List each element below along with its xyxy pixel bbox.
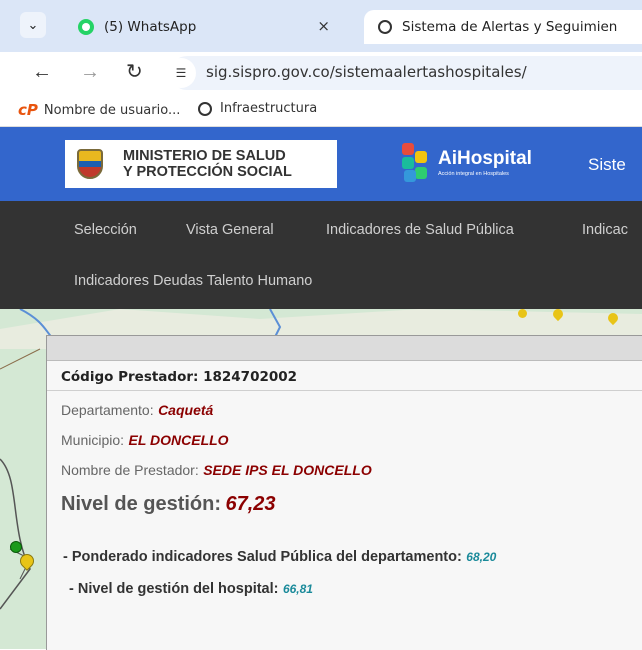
map-pin-icon[interactable] <box>518 309 527 318</box>
nivel-gestion-row: Nivel de gestión: 67,23 <box>61 493 276 516</box>
ministry-logo[interactable]: MINISTERIO DE SALUD Y PROTECCIÓN SOCIAL <box>65 140 337 188</box>
nivel-gestion-value: 67,23 <box>225 493 276 515</box>
tab-title: Sistema de Alertas y Seguimien <box>402 19 618 35</box>
whatsapp-icon <box>78 19 94 35</box>
popup-header-bar <box>47 336 642 361</box>
prestador-label: Nombre de Prestador: <box>61 462 199 478</box>
nav-seleccion[interactable]: Selección <box>74 222 137 238</box>
system-title: Siste <box>588 155 626 174</box>
divider <box>47 390 642 391</box>
address-bar[interactable]: ☰ sig.sispro.gov.co/sistemaalertashospit… <box>166 56 642 90</box>
ponderado-label: - Ponderado indicadores Salud Pública de… <box>63 549 462 565</box>
globe-icon <box>378 20 392 34</box>
bookmark-label: Nombre de usuario... <box>43 102 181 118</box>
forward-arrow-icon[interactable]: → <box>80 61 100 83</box>
tab-sistema-alertas[interactable]: Sistema de Alertas y Seguimien <box>364 10 642 44</box>
hospital-nivel-value: 66,81 <box>282 582 313 596</box>
map-pin-icon[interactable] <box>10 541 22 553</box>
aihospital-logo[interactable]: AiHospital Acción integral en Hospitales <box>402 143 532 183</box>
site-settings-icon[interactable]: ☰ <box>166 58 196 88</box>
tab-title: (5) WhatsApp <box>104 19 197 35</box>
municipio-value: EL DONCELLO <box>128 432 229 448</box>
bookmark-nombre-usuario[interactable]: cP Nombre de usuario... <box>18 101 180 119</box>
prestador-value: SEDE IPS EL DONCELLO <box>203 462 372 478</box>
departamento-label: Departamento: <box>61 402 154 418</box>
nav-indicadores-cut[interactable]: Indicac <box>582 222 628 238</box>
departamento-value: Caquetá <box>158 402 214 418</box>
main-navigation: Selección Vista General Indicadores de S… <box>0 201 642 309</box>
ministry-name-line1: MINISTERIO DE SALUD <box>123 148 286 164</box>
browser-tab-strip: ⌄ (5) WhatsApp × Sistema de Alertas y Se… <box>0 0 642 52</box>
ponderado-row: - Ponderado indicadores Salud Pública de… <box>63 548 496 566</box>
nav-indicadores-salud-publica[interactable]: Indicadores de Salud Pública <box>326 222 514 238</box>
address-bar-row: ← → ↻ ☰ sig.sispro.gov.co/sistemaalertas… <box>0 52 642 94</box>
nivel-gestion-label: Nivel de gestión: <box>61 493 222 515</box>
app-tagline: Acción integral en Hospitales <box>438 171 509 177</box>
provider-info-popup: Código Prestador: 1824702002 Departament… <box>46 335 642 650</box>
bookmarks-bar: cP Nombre de usuario... Infraestructura <box>0 94 642 127</box>
site-header: MINISTERIO DE SALUD Y PROTECCIÓN SOCIAL … <box>0 127 642 201</box>
departamento-row: Departamento: Caquetá <box>61 402 213 420</box>
close-icon[interactable]: × <box>317 17 330 35</box>
municipio-label: Municipio: <box>61 432 125 448</box>
nav-vista-general[interactable]: Vista General <box>186 222 274 238</box>
nav-indicadores-deudas-talento-humano[interactable]: Indicadores Deudas Talento Humano <box>74 273 312 289</box>
municipio-row: Municipio: EL DONCELLO <box>61 432 229 450</box>
ministry-name-line2: Y PROTECCIÓN SOCIAL <box>123 164 292 180</box>
tab-whatsapp[interactable]: (5) WhatsApp × <box>60 10 350 44</box>
globe-icon <box>198 101 212 116</box>
bookmark-infraestructura[interactable]: Infraestructura <box>198 101 317 116</box>
tab-search-chevron-icon[interactable]: ⌄ <box>20 12 46 38</box>
prestador-row: Nombre de Prestador: SEDE IPS EL DONCELL… <box>61 462 372 480</box>
url-text[interactable]: sig.sispro.gov.co/sistemaalertashospital… <box>206 63 527 81</box>
cp-icon: cP <box>18 101 38 119</box>
bookmark-label: Infraestructura <box>220 101 318 116</box>
hospital-nivel-row: - Nivel de gestión del hospital: 66,81 <box>69 580 313 598</box>
app-name: AiHospital <box>438 148 532 169</box>
colombia-seal-icon <box>77 149 103 179</box>
ponderado-value: 68,20 <box>466 550 497 564</box>
codigo-prestador: Código Prestador: 1824702002 <box>61 369 298 385</box>
hospital-nivel-label: - Nivel de gestión del hospital: <box>69 581 279 597</box>
puzzle-logo-icon <box>402 143 428 183</box>
back-arrow-icon[interactable]: ← <box>32 61 52 83</box>
reload-icon[interactable]: ↻ <box>126 61 143 83</box>
